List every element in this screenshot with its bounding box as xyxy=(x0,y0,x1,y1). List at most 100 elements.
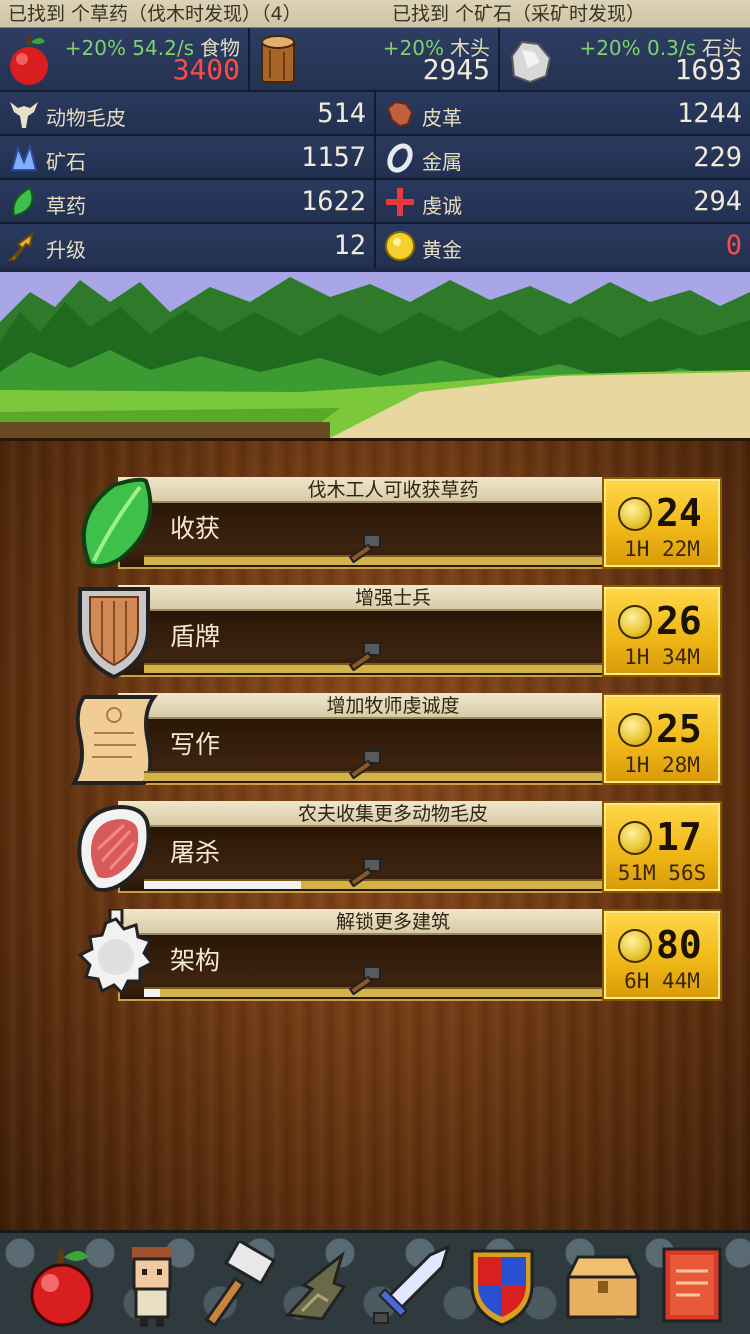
notification-bar: 已找到 个草药（伐木时发现）（4） 已找到 个矿石（采矿时发现） xyxy=(0,0,750,28)
gold-resource[interactable]: 黄金 0 xyxy=(376,224,750,268)
task-name: 写作 xyxy=(170,730,221,759)
gold-label: 黄金 xyxy=(422,238,462,262)
apple-icon xyxy=(30,1249,94,1327)
nav-journal-button[interactable] xyxy=(650,1241,738,1329)
task-name: 屠杀 xyxy=(170,838,221,867)
time-value: 1H 34M xyxy=(624,645,700,669)
progress-track xyxy=(144,663,666,673)
leather-icon xyxy=(386,100,414,128)
ore-resource[interactable]: 矿石 1157 xyxy=(0,136,376,180)
task-description: 伐木工人可收获草药 xyxy=(118,477,668,503)
metal-value: 229 xyxy=(693,142,742,173)
buy-button[interactable]: 17 51M 56S xyxy=(602,801,722,893)
fur-label: 动物毛皮 xyxy=(46,106,126,130)
gold-coin-icon xyxy=(385,231,415,261)
shield-icon xyxy=(470,1249,534,1327)
gold-coin-icon xyxy=(618,929,652,963)
metal-ring-icon xyxy=(387,143,413,173)
food-amount: 3400 xyxy=(172,53,240,86)
stone-amount: 1693 xyxy=(674,53,742,86)
log-icon xyxy=(261,35,295,83)
task-description: 增强士兵 xyxy=(118,585,668,611)
leather-label: 皮革 xyxy=(422,106,462,130)
gold-coin-icon xyxy=(618,821,652,855)
resource-panel: +20% 54.2/s 食物 3400 +20% 木头 2945 +20% 0.3/… xyxy=(0,28,750,272)
notification-herbs: 已找到 个草药（伐木时发现）（4） xyxy=(8,3,302,25)
ore-crystal-icon xyxy=(10,142,38,171)
wood-amount: 2945 xyxy=(422,53,490,86)
nav-food-button[interactable] xyxy=(18,1241,106,1329)
progress-fill xyxy=(144,989,160,997)
herbs-label: 草药 xyxy=(46,194,86,218)
notification-ore: 已找到 个矿石（采矿时发现） xyxy=(392,3,646,25)
forest-landscape-image xyxy=(0,272,750,438)
herbs-resource[interactable]: 草药 1622 xyxy=(0,180,376,224)
cost-value: 17 xyxy=(656,815,702,859)
task-architecture[interactable]: 解锁更多建筑 架构 80 6H 44M xyxy=(70,909,725,1009)
time-value: 1H 28M xyxy=(624,753,700,777)
nav-build-button[interactable] xyxy=(194,1241,282,1329)
hammer-icon xyxy=(348,858,381,887)
buy-button[interactable]: 80 6H 44M xyxy=(602,909,722,1001)
nav-army-button[interactable] xyxy=(368,1241,456,1329)
sword-icon xyxy=(373,1244,451,1324)
task-harvest[interactable]: 伐木工人可收获草药 收获 24 1H 22M xyxy=(70,477,725,577)
chest-icon xyxy=(565,1255,641,1319)
landscape-view xyxy=(0,272,750,438)
bottom-nav xyxy=(0,1230,750,1334)
metal-label: 金属 xyxy=(422,150,462,174)
gold-coin-icon xyxy=(618,713,652,747)
fur-resource[interactable]: 动物毛皮 514 xyxy=(0,92,376,136)
task-name: 盾牌 xyxy=(170,622,221,651)
nav-map-button[interactable] xyxy=(282,1241,370,1329)
buy-button[interactable]: 24 1H 22M xyxy=(602,477,722,569)
task-name: 收获 xyxy=(170,514,221,543)
task-description: 农夫收集更多动物毛皮 xyxy=(118,801,668,827)
gold-coin-icon xyxy=(618,605,652,639)
progress-track xyxy=(144,987,666,997)
task-description: 解锁更多建筑 xyxy=(118,909,668,935)
wood-resource[interactable]: +20% 木头 2945 xyxy=(250,28,500,92)
upgrade-arrow-icon xyxy=(8,231,34,261)
piety-value: 294 xyxy=(693,186,742,217)
fur-value: 514 xyxy=(317,98,366,129)
ore-label: 矿石 xyxy=(46,150,86,174)
progress-track xyxy=(144,555,666,565)
cost-value: 24 xyxy=(656,491,702,535)
nav-defense-button[interactable] xyxy=(458,1241,546,1329)
apple-icon xyxy=(10,36,48,85)
villager-icon xyxy=(132,1247,172,1327)
nav-storage-button[interactable] xyxy=(558,1241,646,1329)
metal-resource[interactable]: 金属 229 xyxy=(376,136,750,180)
task-writing[interactable]: 增加牧师虔诚度 写作 25 1H 28M xyxy=(70,693,725,793)
stone-resource[interactable]: +20% 0.3/s 石头 1693 xyxy=(500,28,750,92)
progress-track xyxy=(144,771,666,781)
hammer-icon xyxy=(348,534,381,563)
time-value: 6H 44M xyxy=(624,969,700,993)
hammer-icon xyxy=(204,1241,276,1328)
map-icon xyxy=(284,1250,347,1321)
progress-fill xyxy=(144,881,301,889)
ore-value: 1157 xyxy=(300,142,366,173)
gold-coin-icon xyxy=(618,497,652,531)
leather-value: 1244 xyxy=(676,98,742,129)
time-value: 51M 56S xyxy=(617,861,707,885)
buy-button[interactable]: 25 1H 28M xyxy=(602,693,722,785)
task-name: 架构 xyxy=(170,946,221,975)
upgrade-label: 升级 xyxy=(46,238,86,262)
food-resource[interactable]: +20% 54.2/s 食物 3400 xyxy=(0,28,250,92)
buy-button[interactable]: 26 1H 34M xyxy=(602,585,722,677)
task-slaughter[interactable]: 农夫收集更多动物毛皮 屠杀 17 51M 56S xyxy=(70,801,725,901)
task-shield[interactable]: 增强士兵 盾牌 26 1H 34M xyxy=(70,585,725,685)
hammer-icon xyxy=(348,642,381,671)
herbs-value: 1622 xyxy=(300,186,366,217)
nav-villagers-button[interactable] xyxy=(108,1241,196,1329)
upgrade-resource[interactable]: 升级 12 xyxy=(0,224,376,268)
piety-resource[interactable]: 虔诚 294 xyxy=(376,180,750,224)
cost-value: 80 xyxy=(656,923,702,967)
upgrade-value: 12 xyxy=(333,230,366,261)
hammer-icon xyxy=(348,966,381,995)
cost-value: 25 xyxy=(656,707,702,751)
gold-value: 0 xyxy=(725,230,742,261)
leather-resource[interactable]: 皮革 1244 xyxy=(376,92,750,136)
